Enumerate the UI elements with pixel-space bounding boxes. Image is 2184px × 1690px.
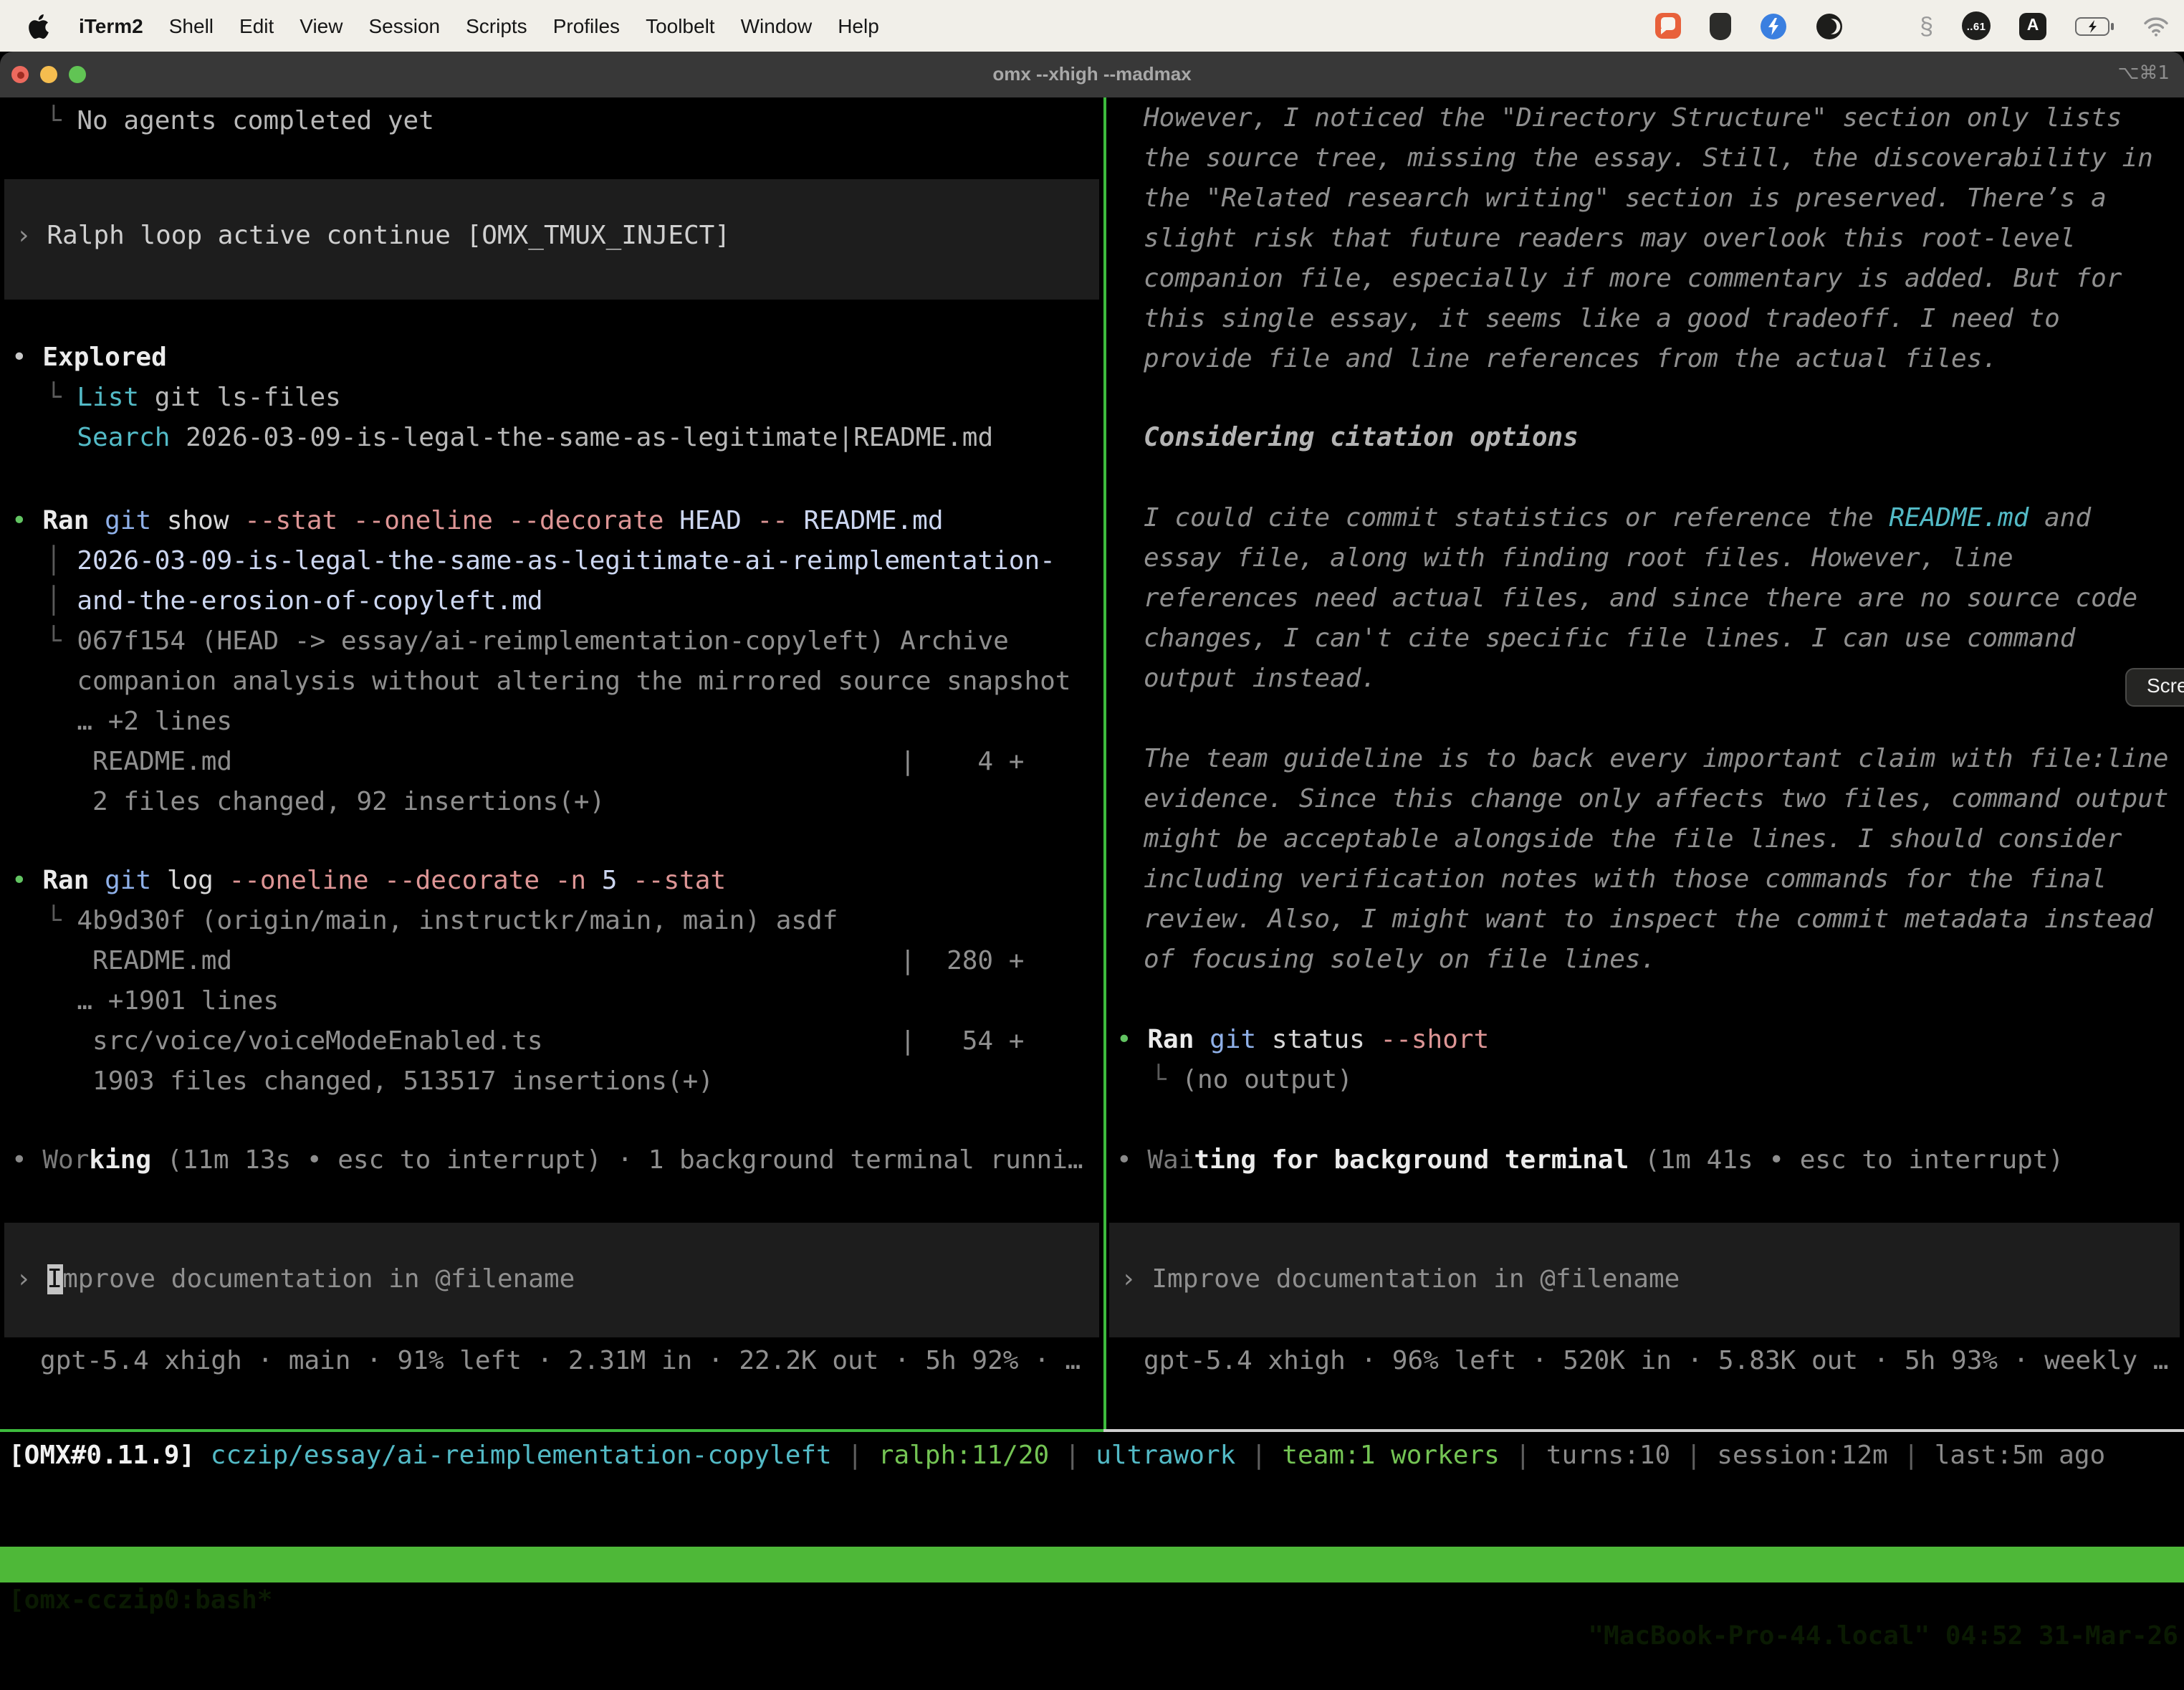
a-square-icon[interactable]: A xyxy=(2019,12,2046,39)
waiting-status-line: • Waiting for background terminal (1m 41… xyxy=(1105,1141,2184,1181)
command-output-line: … +1901 lines xyxy=(0,982,1103,1022)
command-output-line: companion analysis without altering the … xyxy=(0,662,1103,702)
circle-badge-61[interactable]: ..61 xyxy=(1962,11,1991,40)
explored-list-entry: └ List git ls-files xyxy=(0,378,1103,419)
prompt-input-right[interactable]: › Improve documentation in @filename xyxy=(1109,1223,2180,1337)
explored-search-entry: Search 2026-03-09-is-legal-the-same-as-l… xyxy=(0,419,1103,459)
readme-link[interactable]: README.md xyxy=(1889,503,2029,533)
thinking-paragraph-line: changes, I can't cite specific file line… xyxy=(1105,619,2184,659)
model-status-line-right: gpt-5.4 xhigh · 96% left · 520K in · 5.8… xyxy=(1105,1342,2184,1382)
crescent-icon[interactable] xyxy=(1815,12,1842,39)
wifi-icon[interactable] xyxy=(2142,15,2170,37)
thinking-paragraph-line: I could cite commit statistics or refere… xyxy=(1105,499,2184,539)
prompt-input-left[interactable]: › Improve documentation in @filename xyxy=(4,1223,1099,1337)
thinking-paragraph-line: output instead. xyxy=(1105,659,2184,700)
omx-team: team:1 workers xyxy=(1282,1441,1499,1471)
omx-last: last:5m ago xyxy=(1935,1441,2105,1471)
command-output-line: README.md | 280 + xyxy=(0,942,1103,982)
menu-item-window[interactable]: Window xyxy=(728,14,825,37)
screen-overlay-tooltip: Scre xyxy=(2125,668,2184,707)
thinking-paragraph-line: companion file, especially if more comme… xyxy=(1105,259,2184,300)
thinking-paragraph-line: provide file and line references from th… xyxy=(1105,340,2184,380)
menu-item-session[interactable]: Session xyxy=(355,14,453,37)
tmux-host-time: "MacBook-Pro-44.local" 04:52 31-Mar-26 xyxy=(1588,1618,2178,1654)
tmux-window-label[interactable]: [omx-cczip0:bash* xyxy=(9,1582,272,1618)
shield-grid-icon[interactable] xyxy=(1709,12,1730,39)
thinking-paragraph-line: review. Also, I might want to inspect th… xyxy=(1105,900,2184,940)
menu-item-shell[interactable]: Shell xyxy=(156,14,226,37)
menu-item-toolbelt[interactable]: Toolbelt xyxy=(633,14,728,37)
working-status-line: • Working (11m 13s • esc to interrupt) ·… xyxy=(0,1141,1103,1181)
thinking-paragraph-line: including verification notes with those … xyxy=(1105,860,2184,900)
command-output-line: └ (no output) xyxy=(1105,1061,2184,1101)
command-wrap-line: │ and-the-erosion-of-copyleft.md xyxy=(0,582,1103,622)
thinking-paragraph-line: slight risk that future readers may over… xyxy=(1105,219,2184,259)
menu-bar: iTerm2 Shell Edit View Session Scripts P… xyxy=(0,0,2184,52)
ralph-banner: › Ralph loop active continue [OMX_TMUX_I… xyxy=(4,179,1099,300)
command-output-line: README.md | 4 + xyxy=(0,743,1103,783)
command-output-line: 2 files changed, 92 insertions(+) xyxy=(0,783,1103,823)
thinking-paragraph-line: the source tree, missing the essay. Stil… xyxy=(1105,139,2184,179)
thinking-paragraph-line: evidence. Since this change only affects… xyxy=(1105,780,2184,820)
omx-turns: turns:10 xyxy=(1546,1441,1670,1471)
omx-ralph-counter: ralph:11/20 xyxy=(878,1441,1049,1471)
menu-item-scripts[interactable]: Scripts xyxy=(453,14,540,37)
screen-record-indicator-icon[interactable] xyxy=(1654,13,1680,39)
omx-version: [OMX#0.11.9] xyxy=(9,1441,211,1471)
omx-status-bar: [OMX#0.11.9] cczip/essay/ai-reimplementa… xyxy=(0,1436,2105,1476)
pane-divider[interactable] xyxy=(1103,97,1106,1429)
window-shortcut-badge: ⌥⌘1 xyxy=(2117,52,2170,97)
ran-git-status-command: • Ran git status --short xyxy=(1105,1021,2184,1061)
menu-item-help[interactable]: Help xyxy=(825,14,892,37)
window-title: omx --xhigh --madmax xyxy=(0,52,2184,97)
battery-icon[interactable] xyxy=(2075,16,2114,35)
thinking-paragraph-line: this single essay, it seems like a good … xyxy=(1105,300,2184,340)
command-output-line: └ 4b9d30f (origin/main, instructkr/main,… xyxy=(0,902,1103,942)
apple-icon[interactable] xyxy=(29,14,49,38)
text-cursor: I xyxy=(47,1264,62,1294)
ran-git-log-command: • Ran git log --oneline --decorate -n 5 … xyxy=(0,861,1103,902)
command-output-line: src/voice/voiceModeEnabled.ts | 54 + xyxy=(0,1022,1103,1062)
thinking-paragraph-line: of focusing solely on file lines. xyxy=(1105,940,2184,980)
terminal-pane-left[interactable]: └ No agents completed yet › Ralph loop a… xyxy=(0,97,1103,1429)
dots-grid-icon[interactable] xyxy=(1871,16,1891,36)
command-output-line: 1903 files changed, 513517 insertions(+) xyxy=(0,1062,1103,1102)
command-wrap-line: │ 2026-03-09-is-legal-the-same-as-legiti… xyxy=(0,542,1103,582)
model-status-line-left: gpt-5.4 xhigh · main · 91% left · 2.31M … xyxy=(0,1342,1103,1382)
menu-item-edit[interactable]: Edit xyxy=(226,14,287,37)
thinking-paragraph-line: the "Related research writing" section i… xyxy=(1105,179,2184,219)
blue-badge-icon[interactable] xyxy=(1759,12,1786,39)
ran-git-show-command: • Ran git show --stat --oneline --decora… xyxy=(0,502,1103,542)
menu-item-iterm2[interactable]: iTerm2 xyxy=(66,14,156,37)
pane-border-bottom-right xyxy=(1103,1429,2184,1432)
agents-note: └ No agents completed yet xyxy=(0,102,1103,142)
terminal-pane-right[interactable]: However, I noticed the "Directory Struct… xyxy=(1105,97,2184,1429)
menu-item-profiles[interactable]: Profiles xyxy=(540,14,633,37)
command-output-line: └ 067f154 (HEAD -> essay/ai-reimplementa… xyxy=(0,622,1103,662)
omx-branch-path: cczip/essay/ai-reimplementation-copyleft xyxy=(211,1441,832,1471)
command-output-line: … +2 lines xyxy=(0,702,1103,743)
thinking-paragraph-line: The team guideline is to back every impo… xyxy=(1105,740,2184,780)
thinking-paragraph-line: might be acceptable alongside the file l… xyxy=(1105,820,2184,860)
thinking-paragraph-line: references need actual files, and since … xyxy=(1105,579,2184,619)
explored-header: • Explored xyxy=(0,338,1103,378)
omx-session: session:12m xyxy=(1717,1441,1887,1471)
omx-mode: ultrawork xyxy=(1096,1441,1235,1471)
thinking-paragraph-line: essay file, along with finding root file… xyxy=(1105,539,2184,579)
tmux-status-bar: [omx-cczip0:bash* "MacBook-Pro-44.local"… xyxy=(0,1547,2184,1582)
thinking-paragraph-line: However, I noticed the "Directory Struct… xyxy=(1105,99,2184,139)
pane-border-bottom-left xyxy=(0,1429,1103,1432)
squiggle-icon[interactable]: § xyxy=(1920,14,1933,38)
window-title-bar[interactable]: omx --xhigh --madmax ⌥⌘1 xyxy=(0,52,2184,97)
thinking-heading: Considering citation options xyxy=(1105,419,2184,459)
menu-item-view[interactable]: View xyxy=(287,14,355,37)
